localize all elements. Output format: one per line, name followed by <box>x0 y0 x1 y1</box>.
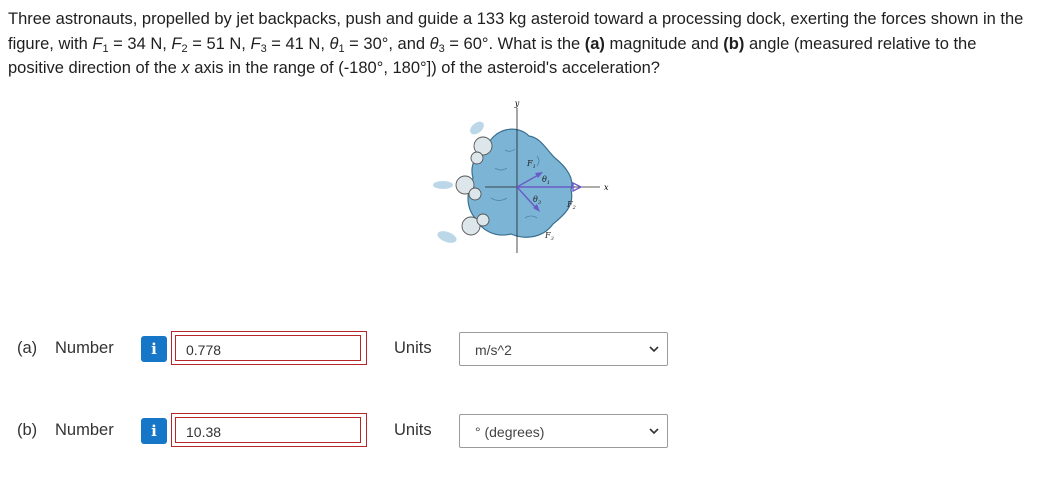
units-select-a[interactable]: m/s^2 <box>459 332 668 366</box>
number-input-a[interactable] <box>175 335 361 361</box>
units-label: Units <box>394 421 432 439</box>
problem-page: Three astronauts, propelled by jet backp… <box>0 0 1040 477</box>
question-text: Three astronauts, propelled by jet backp… <box>8 10 1024 77</box>
chevron-down-icon <box>649 346 659 353</box>
units-selected-value: ° (degrees) <box>475 424 545 440</box>
info-icon[interactable]: i <box>141 418 167 444</box>
force-f3-label: F3 <box>544 231 554 242</box>
answer-box <box>171 413 367 447</box>
asteroid-force-figure: y x F1 F2 F3 θ1 θ3 <box>433 99 609 253</box>
answer-row-b: (b) Number i Units ° (degrees) <box>0 413 1040 449</box>
chevron-down-icon <box>649 428 659 435</box>
units-selected-value: m/s^2 <box>475 342 512 358</box>
answer-row-a: (a) Number i Units m/s^2 <box>0 331 1040 367</box>
part-label: (a) <box>17 339 38 357</box>
number-label: Number <box>55 339 114 357</box>
number-input-b[interactable] <box>175 417 361 443</box>
part-label: (b) <box>17 421 38 439</box>
answer-box <box>171 331 367 365</box>
units-label: Units <box>394 339 432 357</box>
units-select-b[interactable]: ° (degrees) <box>459 414 668 448</box>
number-label: Number <box>55 421 114 439</box>
info-icon[interactable]: i <box>141 336 167 362</box>
axis-y-label: y <box>514 99 520 108</box>
axis-x-label: x <box>604 183 609 192</box>
